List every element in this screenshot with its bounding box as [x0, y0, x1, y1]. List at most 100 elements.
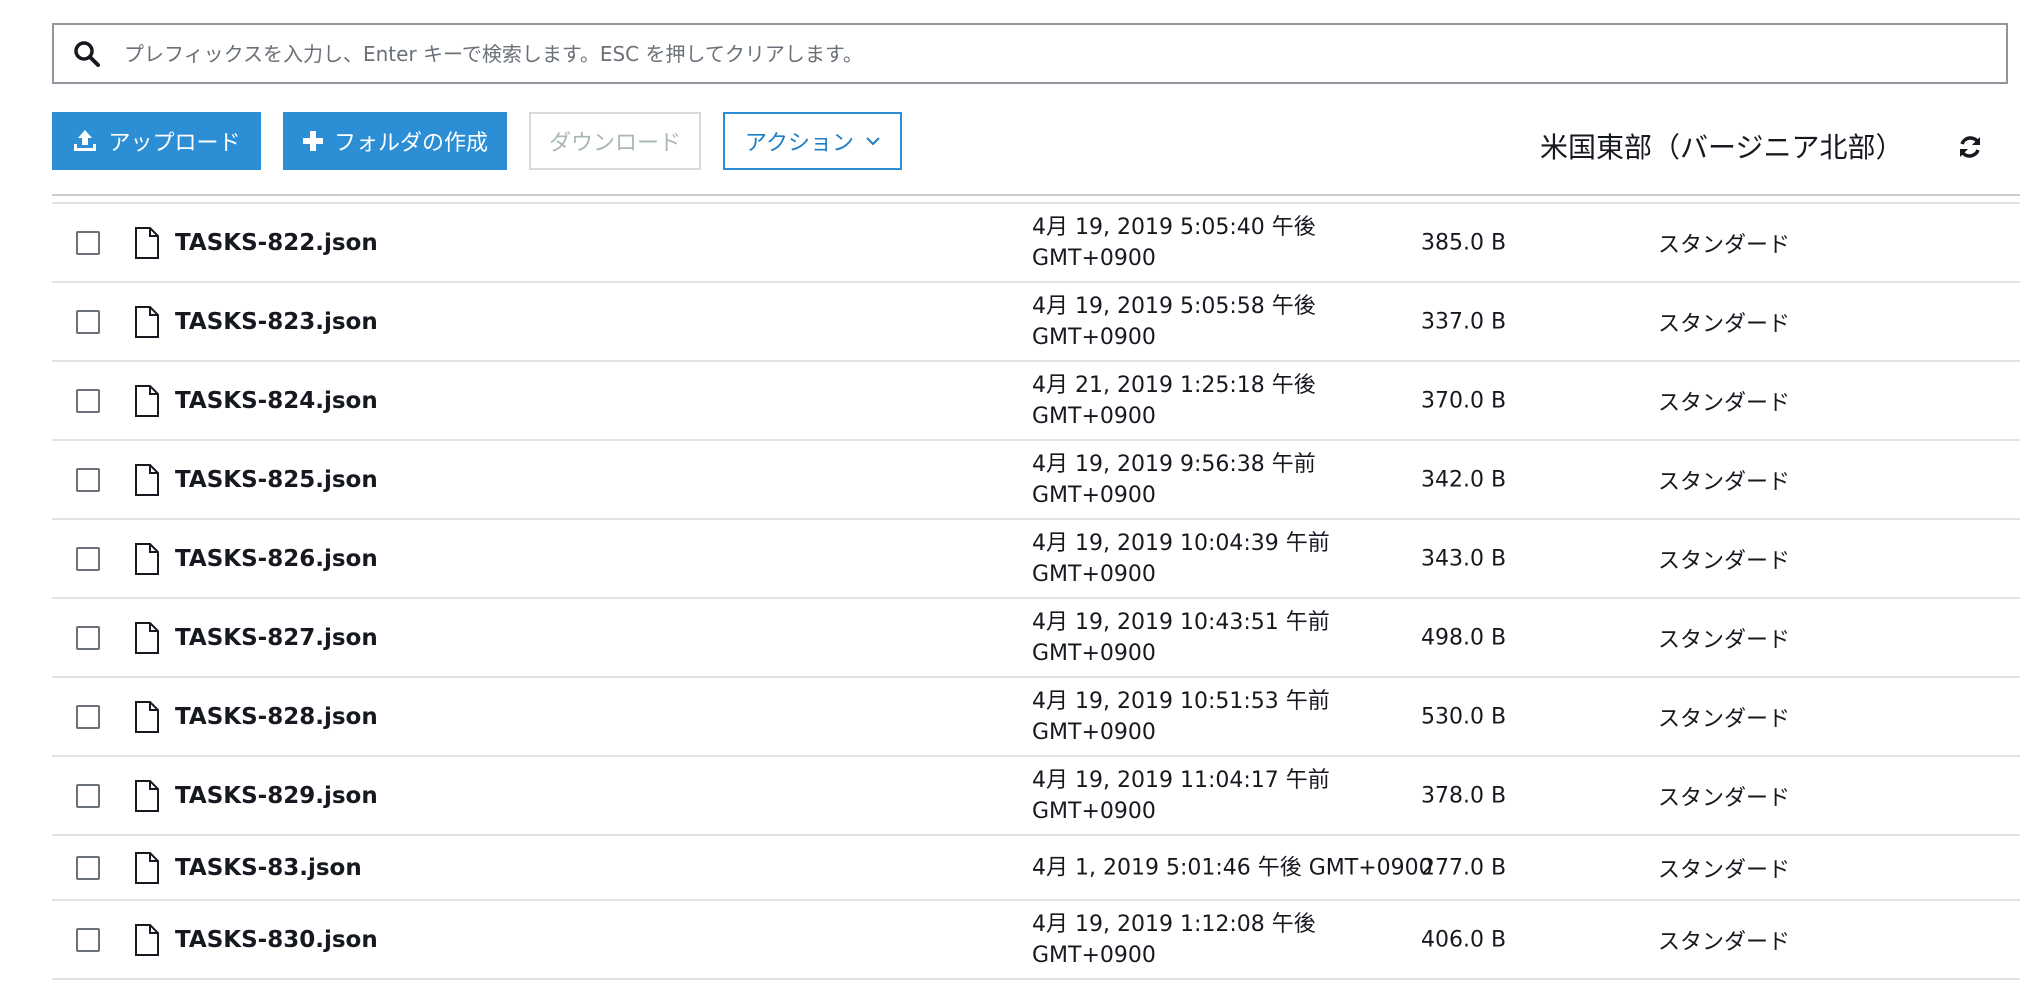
file-icon [134, 779, 160, 812]
storage-class: スタンダード [1658, 469, 1791, 495]
download-label: ダウンロード [548, 131, 681, 156]
last-modified-date: 4月 19, 2019 5:05:40 午後 [1032, 214, 1316, 240]
upload-button[interactable]: アップロード [52, 112, 261, 170]
row-checkbox[interactable] [76, 927, 100, 952]
last-modified-tz: GMT+0900 [1032, 324, 1156, 350]
last-modified: 4月 21, 2019 1:25:18 午後 GMT+0900 [1032, 370, 1316, 432]
last-modified-date: 4月 19, 2019 5:05:58 午後 [1032, 293, 1316, 319]
file-name-link[interactable]: TASKS-827.json [175, 625, 378, 651]
storage-class: スタンダード [1658, 929, 1791, 955]
row-checkbox[interactable] [76, 783, 100, 808]
last-modified: 4月 19, 2019 10:43:51 午前 GMT+0900 [1032, 607, 1330, 669]
last-modified-date: 4月 19, 2019 1:12:08 午後 [1032, 911, 1316, 937]
row-checkbox[interactable] [76, 309, 100, 334]
file-size: 385.0 B [1421, 230, 1507, 255]
file-size: 378.0 B [1421, 783, 1507, 808]
last-modified: 4月 19, 2019 11:04:17 午前 GMT+0900 [1032, 765, 1330, 827]
last-modified-tz: GMT+0900 [1032, 719, 1156, 745]
region-label: 米国東部（バージニア北部） [1540, 131, 1904, 164]
file-icon [134, 700, 160, 733]
actions-label: アクション [745, 131, 854, 156]
refresh-icon[interactable] [1957, 134, 1983, 160]
file-icon [134, 463, 160, 496]
last-modified: 4月 19, 2019 9:56:38 午前 GMT+0900 [1032, 449, 1316, 511]
last-modified-date: 4月 21, 2019 1:25:18 午後 [1032, 372, 1316, 398]
row-checkbox[interactable] [76, 230, 100, 255]
last-modified-date: 4月 19, 2019 9:56:38 午前 [1032, 451, 1316, 477]
file-icon [134, 923, 160, 956]
file-name-link[interactable]: TASKS-826.json [175, 546, 378, 572]
download-button[interactable]: ダウンロード [529, 112, 701, 170]
storage-class: スタンダード [1658, 785, 1791, 811]
file-size: 337.0 B [1421, 309, 1507, 334]
file-table: TASKS-821.jsonGMT+0900402.0 BスタンダードTASKS… [0, 194, 2040, 1006]
row-checkbox[interactable] [76, 467, 100, 492]
upload-label: アップロード [108, 131, 241, 156]
last-modified-tz: GMT+0900 [1032, 942, 1156, 968]
file-size: 498.0 B [1421, 625, 1507, 650]
table-top-divider [52, 194, 2020, 196]
file-list: TASKS-821.jsonGMT+0900402.0 BスタンダードTASKS… [52, 194, 2020, 980]
table-row[interactable]: TASKS-83.json 4月 1, 2019 5:01:46 午後 GMT+0… [52, 836, 2020, 901]
last-modified: 4月 19, 2019 5:05:40 午後 GMT+0900 [1032, 212, 1316, 274]
storage-class: スタンダード [1658, 548, 1791, 574]
file-size: 370.0 B [1421, 388, 1507, 413]
file-name-link[interactable]: TASKS-824.json [175, 388, 378, 414]
file-icon [134, 226, 160, 259]
table-row[interactable]: TASKS-822.json 4月 19, 2019 5:05:40 午後 GMT+… [52, 204, 2020, 283]
table-row[interactable]: TASKS-824.json 4月 21, 2019 1:25:18 午後 GMT+… [52, 362, 2020, 441]
file-name-link[interactable]: TASKS-83.json [175, 855, 362, 881]
storage-class: スタンダード [1658, 706, 1791, 732]
file-name-link[interactable]: TASKS-830.json [175, 927, 378, 953]
file-icon [134, 305, 160, 338]
create-folder-label: フォルダの作成 [333, 131, 488, 156]
file-name-link[interactable]: TASKS-829.json [175, 783, 378, 809]
storage-class: スタンダード [1658, 627, 1791, 653]
table-row[interactable]: TASKS-825.json 4月 19, 2019 9:56:38 午前 GMT+… [52, 441, 2020, 520]
last-modified-date: 4月 19, 2019 10:51:53 午前 [1032, 688, 1330, 714]
table-row[interactable]: TASKS-827.json 4月 19, 2019 10:43:51 午前 GMT… [52, 599, 2020, 678]
last-modified: 4月 19, 2019 10:04:39 午前 GMT+0900 [1032, 528, 1330, 590]
file-name-link[interactable]: TASKS-828.json [175, 704, 378, 730]
storage-class: スタンダード [1658, 232, 1791, 258]
file-icon [134, 621, 160, 654]
last-modified: 4月 19, 2019 1:12:08 午後 GMT+0900 [1032, 909, 1316, 971]
file-name-link[interactable]: TASKS-823.json [175, 309, 378, 335]
file-size: 342.0 B [1421, 467, 1507, 492]
search-input[interactable] [122, 40, 2006, 67]
row-checkbox[interactable] [76, 546, 100, 571]
chevron-down-icon [866, 136, 880, 146]
last-modified-tz: GMT+0900 [1032, 403, 1156, 429]
table-row[interactable]: TASKS-830.json 4月 19, 2019 1:12:08 午後 GMT+… [52, 901, 2020, 980]
table-row[interactable]: TASKS-826.json 4月 19, 2019 10:04:39 午前 GMT… [52, 520, 2020, 599]
toolbar: アップロード フォルダの作成 ダウンロード アクション [52, 112, 924, 170]
row-checkbox[interactable] [76, 855, 100, 880]
row-checkbox[interactable] [76, 704, 100, 729]
last-modified: 4月 19, 2019 10:51:53 午前 GMT+0900 [1032, 686, 1330, 748]
file-icon [134, 542, 160, 575]
file-icon [134, 384, 160, 417]
file-size: 343.0 B [1421, 546, 1507, 571]
upload-icon [72, 128, 98, 154]
file-name-link[interactable]: TASKS-825.json [175, 467, 378, 493]
row-checkbox[interactable] [76, 388, 100, 413]
search-bar [52, 23, 2008, 84]
storage-class: スタンダード [1658, 857, 1791, 883]
file-size: 406.0 B [1421, 927, 1507, 952]
actions-dropdown[interactable]: アクション [723, 112, 902, 170]
create-folder-button[interactable]: フォルダの作成 [283, 112, 507, 170]
last-modified: 4月 1, 2019 5:01:46 午後 GMT+0900 [1032, 852, 1433, 883]
table-row[interactable]: TASKS-823.json 4月 19, 2019 5:05:58 午後 GMT+… [52, 283, 2020, 362]
last-modified-tz: GMT+0900 [1032, 482, 1156, 508]
table-row[interactable]: TASKS-828.json 4月 19, 2019 10:51:53 午前 GMT… [52, 678, 2020, 757]
file-name-link[interactable]: TASKS-822.json [175, 230, 378, 256]
file-size: 530.0 B [1421, 704, 1507, 729]
file-icon [134, 851, 160, 884]
last-modified-date: 4月 19, 2019 10:04:39 午前 [1032, 530, 1330, 556]
last-modified-tz: GMT+0900 [1032, 561, 1156, 587]
row-checkbox[interactable] [76, 625, 100, 650]
table-row[interactable]: TASKS-829.json 4月 19, 2019 11:04:17 午前 GMT… [52, 757, 2020, 836]
plus-icon [302, 130, 324, 152]
search-icon [72, 39, 102, 69]
last-modified-date: 4月 19, 2019 11:04:17 午前 [1032, 767, 1330, 793]
